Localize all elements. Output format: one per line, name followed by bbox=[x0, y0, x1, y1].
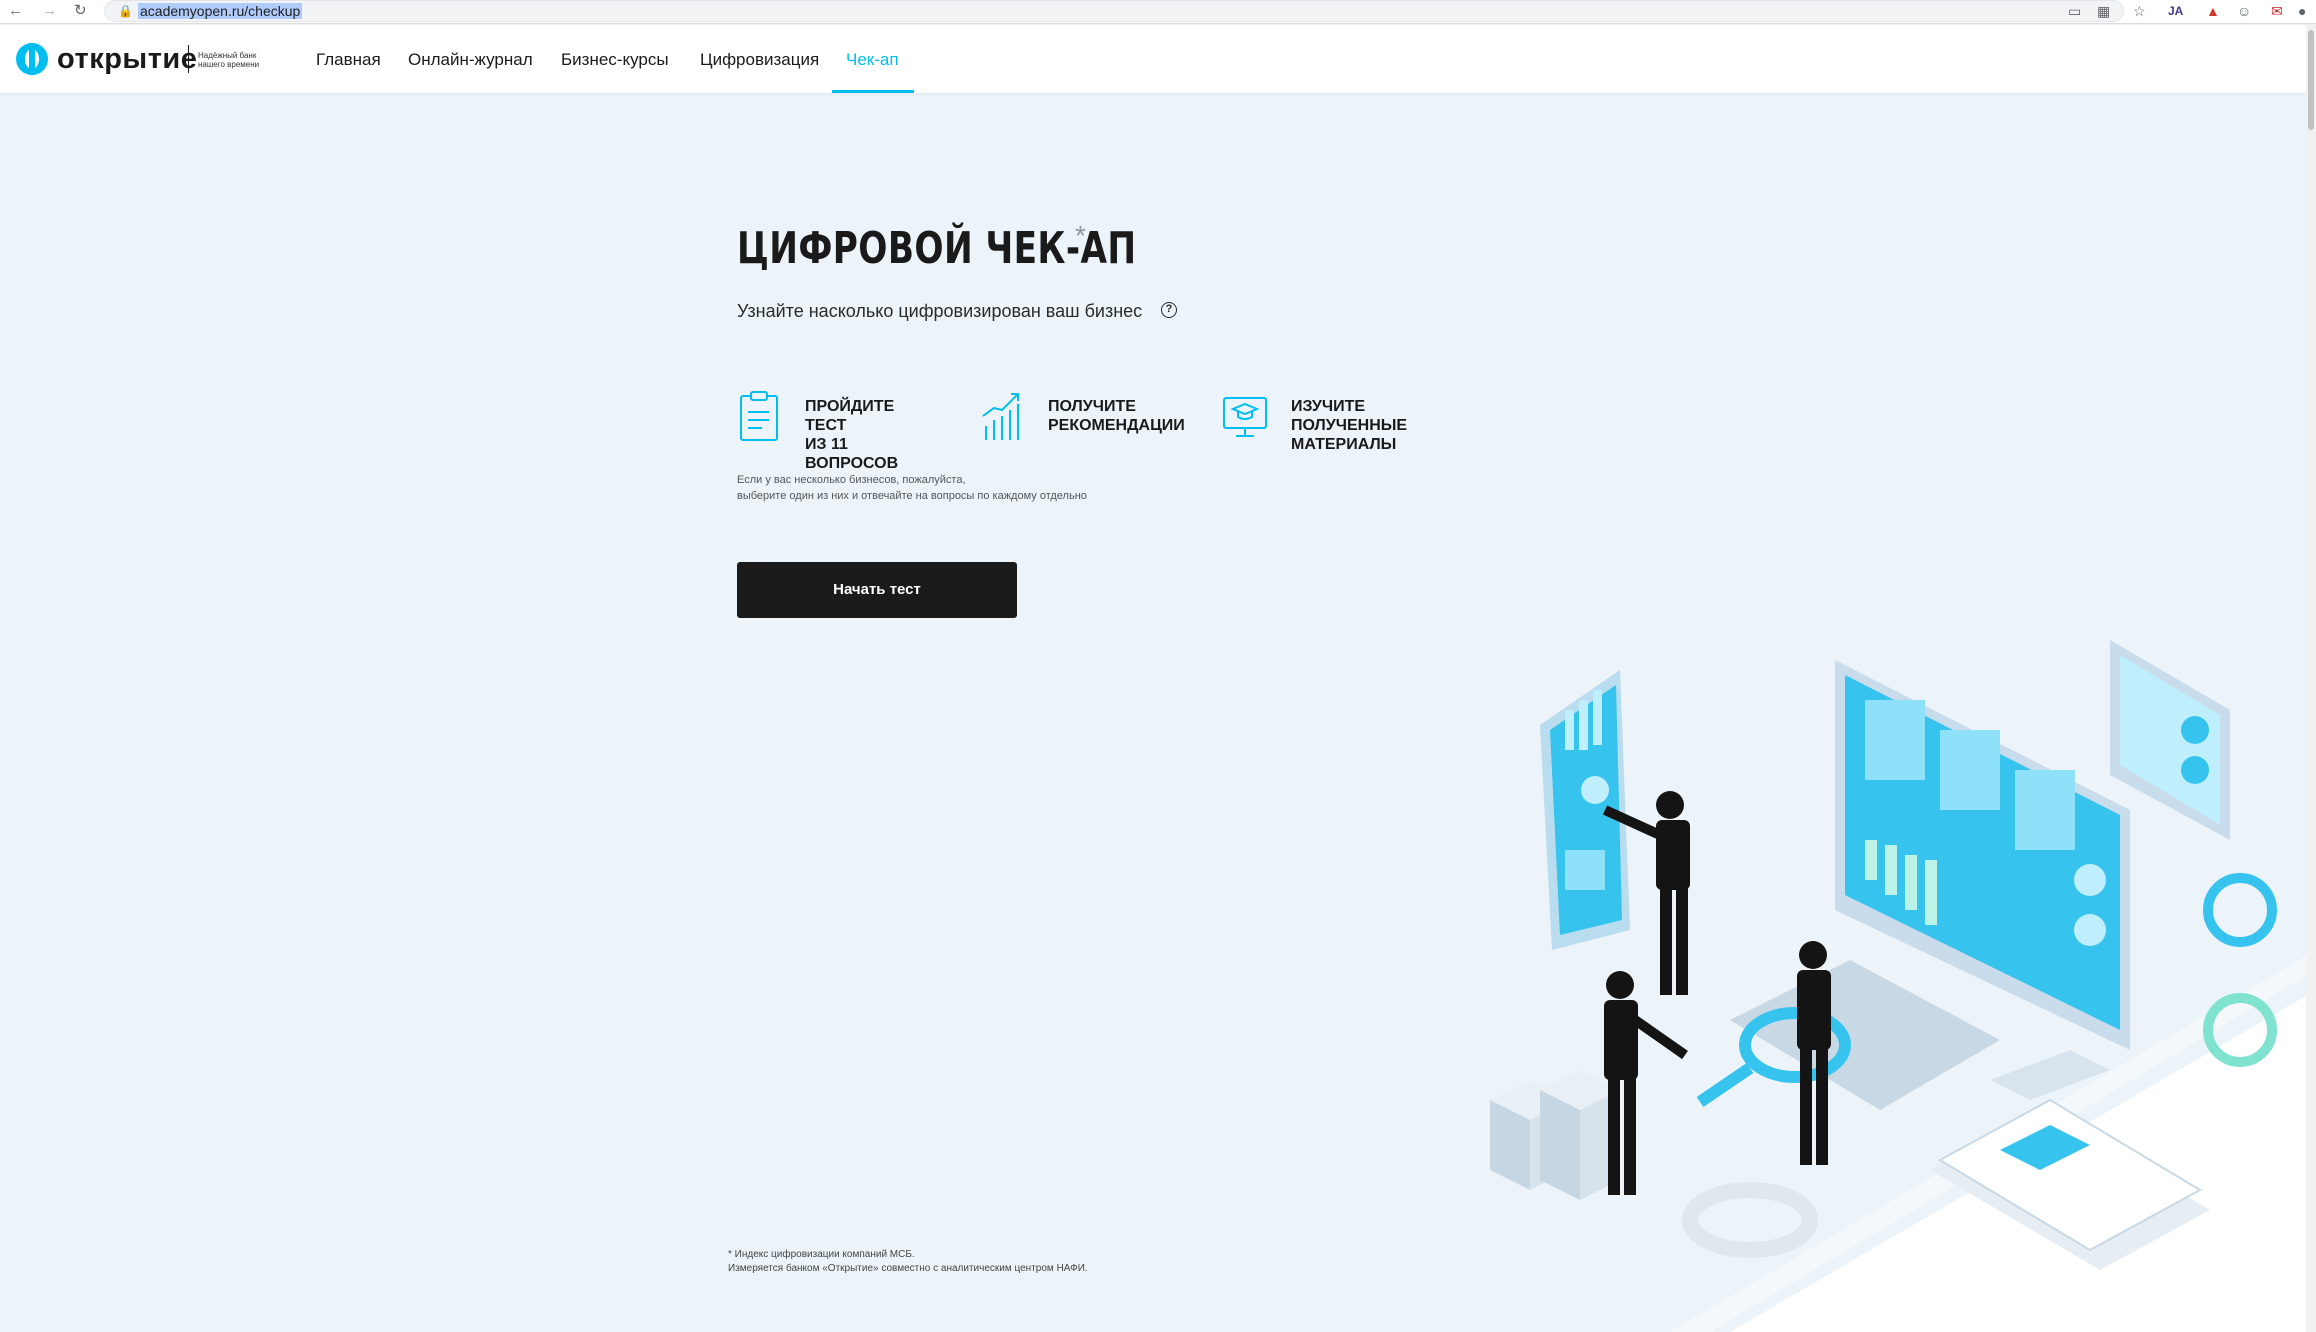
page-scrollbar[interactable] bbox=[2306, 25, 2316, 1332]
logo-divider bbox=[188, 45, 189, 73]
url-text[interactable]: academyopen.ru/checkup bbox=[138, 3, 303, 19]
forward-arrow-icon[interactable]: → bbox=[42, 2, 57, 20]
keyboard bbox=[1730, 960, 2000, 1110]
step-label: ПРОЙДИТЕ ТЕСТ ИЗ 11 ВОПРОСОВ bbox=[805, 398, 899, 472]
nav-item-checkup[interactable]: Чек-ап bbox=[846, 50, 899, 70]
extension-red-icon[interactable]: ▲ bbox=[2206, 2, 2220, 20]
nav-item-home[interactable]: Главная bbox=[316, 50, 381, 70]
extension-mail-icon[interactable]: ✉ bbox=[2271, 2, 2283, 20]
logo-tagline: Надёжный банк нашего времени bbox=[198, 51, 260, 69]
nav-item-digitalization[interactable]: Цифровизация bbox=[700, 50, 819, 70]
nav-item-online-journal[interactable]: Онлайн-журнал bbox=[408, 50, 533, 70]
cubes bbox=[1490, 1070, 1620, 1200]
address-bar[interactable] bbox=[104, 0, 2124, 22]
growth-chart-icon bbox=[982, 393, 1019, 440]
ring-chart-top bbox=[2203, 873, 2277, 947]
step-label: ИЗУЧИТЕ ПОЛУЧЕННЫЕ МАТЕРИАЛЫ bbox=[1291, 398, 1408, 453]
monitor-graduation-icon bbox=[1223, 397, 1267, 437]
back-arrow-icon[interactable]: ← bbox=[8, 2, 23, 20]
extension-smiley-icon[interactable]: ☺ bbox=[2237, 2, 2251, 20]
otkritie-logo-icon[interactable] bbox=[16, 43, 48, 75]
gear-icon bbox=[1682, 1182, 1818, 1258]
scrollbar-thumb[interactable] bbox=[2308, 30, 2314, 130]
nav-item-business-courses[interactable]: Бизнес-курсы bbox=[561, 50, 669, 70]
title-footnote-asterisk: * bbox=[1075, 220, 1086, 251]
clipboard-icon bbox=[740, 391, 778, 441]
extension-ja-icon[interactable]: JA bbox=[2168, 2, 2183, 20]
cast-icon[interactable]: ▭ bbox=[2068, 2, 2081, 20]
bookmark-star-icon[interactable]: ☆ bbox=[2133, 2, 2146, 20]
reload-icon[interactable]: ↻ bbox=[74, 2, 87, 20]
start-test-button[interactable]: Начать тест bbox=[737, 562, 1017, 618]
page-subtitle: Узнайте насколько цифровизирован ваш биз… bbox=[737, 301, 1143, 321]
index-footnote: * Индекс цифровизации компаний МСБ. Изме… bbox=[728, 1249, 1088, 1274]
qr-code-icon[interactable]: ▦ bbox=[2097, 2, 2110, 20]
lock-icon[interactable]: 🔒 bbox=[118, 4, 133, 18]
logo-wordmark[interactable]: открытие bbox=[57, 43, 197, 75]
site-header: открытие Надёжный банк нашего времени Гл… bbox=[0, 25, 2316, 93]
business-analytics-illustration bbox=[1490, 640, 2316, 1332]
step-label: ПОЛУЧИТЕ РЕКОМЕНДАЦИИ bbox=[1048, 398, 1185, 434]
profile-avatar-icon[interactable]: ● bbox=[2298, 2, 2306, 20]
person-front bbox=[1604, 971, 1688, 1195]
question-help-icon[interactable]: ? bbox=[1161, 302, 1177, 318]
active-nav-underline bbox=[832, 90, 914, 93]
browser-toolbar: ← → ↻ 🔒 academyopen.ru/checkup ▭ ▦ ☆ JA … bbox=[0, 0, 2316, 24]
multiple-business-note: Если у вас несколько бизнесов, пожалуйст… bbox=[737, 474, 1087, 502]
